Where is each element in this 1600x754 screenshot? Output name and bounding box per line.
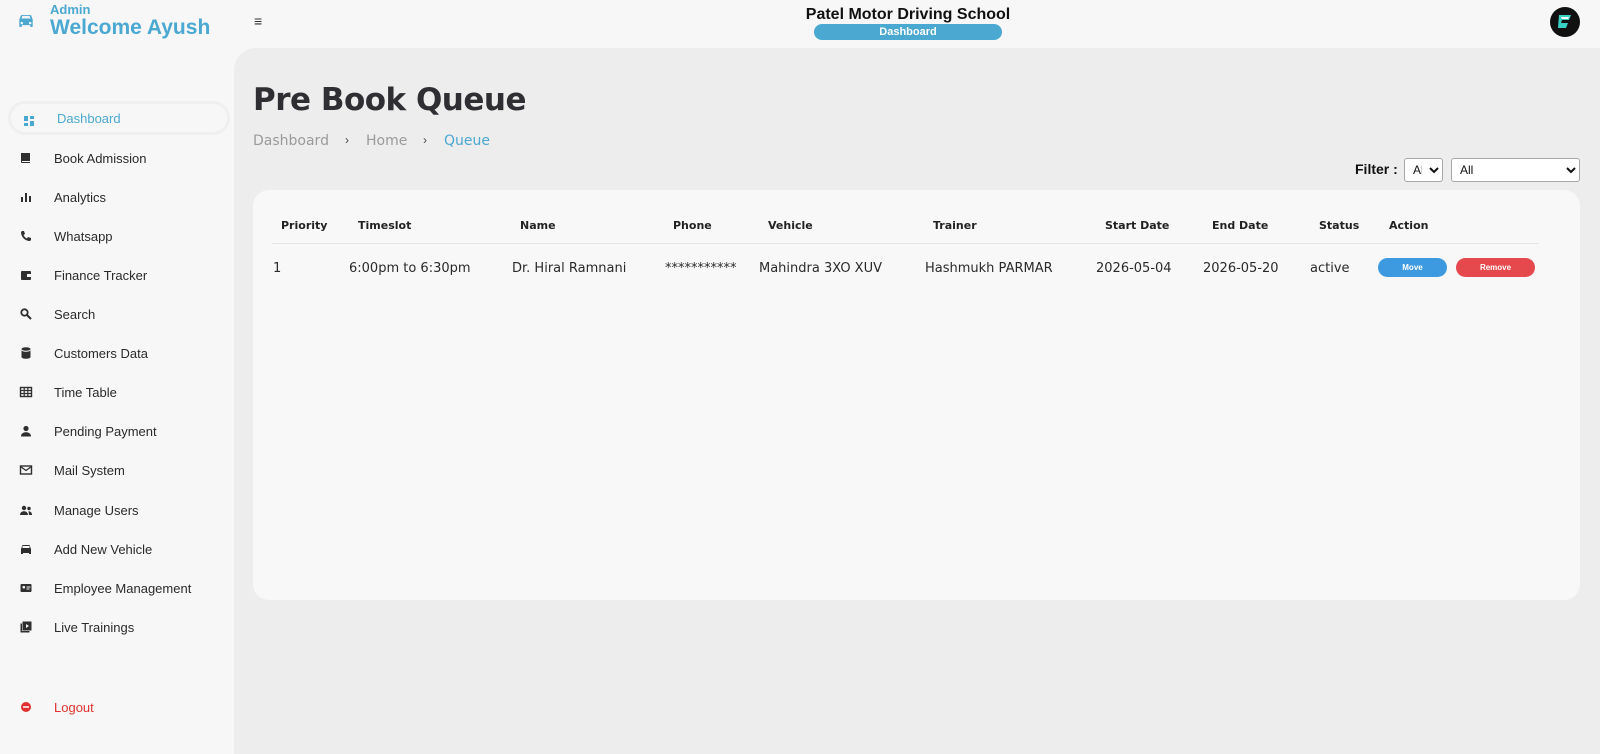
- sidebar-item-label: Manage Users: [54, 502, 139, 518]
- sidebar-item-add-new-vehicle[interactable]: Add New Vehicle: [8, 532, 230, 566]
- breadcrumb-queue: Queue: [444, 133, 490, 149]
- sidebar-item-time-table[interactable]: Time Table: [8, 375, 230, 409]
- sidebar-item-label: Time Table: [54, 384, 117, 400]
- sidebar-item-label: Add New Vehicle: [54, 541, 153, 557]
- breadcrumb-dashboard[interactable]: Dashboard: [253, 133, 329, 149]
- table-icon: [19, 385, 33, 399]
- sidebar-item-label: Employee Management: [54, 580, 192, 596]
- user-role: Admin: [50, 2, 91, 17]
- sidebar-item-book-admission[interactable]: Book Admission: [8, 141, 230, 175]
- sidebar-item-finance-tracker[interactable]: Finance Tracker: [8, 258, 230, 292]
- phone-icon: [19, 229, 33, 243]
- book-icon: [19, 151, 33, 165]
- sidebar-item-dashboard[interactable]: Dashboard: [8, 101, 230, 135]
- page-title: Pre Book Queue: [253, 82, 527, 118]
- welcome-text: Welcome Ayush: [50, 16, 211, 39]
- search-icon: [19, 307, 33, 321]
- sidebar-item-live-trainings[interactable]: Live Trainings: [8, 610, 230, 644]
- sidebar-item-search[interactable]: Search: [8, 297, 230, 331]
- cell-end-date: 2026-05-20: [1203, 261, 1279, 276]
- sidebar-item-label: Search: [54, 306, 96, 322]
- column-header-end-date: End Date: [1212, 219, 1269, 232]
- column-header-timeslot: Timeslot: [358, 219, 412, 232]
- sidebar-item-label: Whatsapp: [54, 228, 113, 244]
- bar-chart-icon: [19, 190, 33, 204]
- dashboard-icon: [22, 114, 36, 128]
- queue-table-card: Priority Timeslot Name Phone Vehicle Tra…: [253, 190, 1580, 600]
- avatar[interactable]: [1550, 7, 1580, 37]
- sidebar-item-label: Book Admission: [54, 150, 147, 166]
- cell-trainer: Hashmukh PARMAR: [925, 261, 1053, 276]
- logout-label: Logout: [54, 699, 94, 715]
- cell-priority: 1: [273, 261, 282, 276]
- sidebar-item-label: Pending Payment: [54, 423, 157, 439]
- cell-start-date: 2026-05-04: [1096, 261, 1172, 276]
- sidebar-item-manage-users[interactable]: Manage Users: [8, 493, 230, 527]
- sidebar-item-employee-management[interactable]: Employee Management: [8, 571, 230, 605]
- wallet-icon: [19, 268, 33, 282]
- logout-button[interactable]: Logout: [8, 690, 230, 724]
- filter-select-secondary[interactable]: All: [1451, 158, 1580, 182]
- column-header-name: Name: [520, 219, 556, 232]
- school-name: Patel Motor Driving School: [805, 6, 1011, 23]
- filter-select-primary[interactable]: All: [1404, 158, 1443, 182]
- sidebar-item-mail-system[interactable]: Mail System: [8, 453, 230, 487]
- car-icon: [19, 542, 33, 556]
- chevron-right-icon: ›: [423, 133, 427, 147]
- person-icon: [19, 424, 33, 438]
- page-badge: Dashboard: [814, 24, 1002, 40]
- chevron-right-icon: ›: [345, 133, 349, 147]
- column-header-phone: Phone: [673, 219, 712, 232]
- id-card-icon: [19, 581, 33, 595]
- car-icon: [16, 12, 36, 30]
- sidebar-item-label: Analytics: [54, 189, 107, 205]
- sidebar-item-label: Dashboard: [57, 110, 121, 126]
- sidebar-item-whatsapp[interactable]: Whatsapp: [8, 219, 230, 253]
- sidebar-item-analytics[interactable]: Analytics: [8, 180, 230, 214]
- column-header-action: Action: [1389, 219, 1429, 232]
- header-divider: [272, 243, 1538, 244]
- main-content: Pre Book Queue Dashboard › Home › Queue …: [234, 48, 1600, 754]
- cell-vehicle: Mahindra 3XO XUV: [759, 261, 882, 276]
- cell-phone: ***********: [665, 261, 737, 276]
- column-header-vehicle: Vehicle: [768, 219, 813, 232]
- column-header-trainer: Trainer: [933, 219, 977, 232]
- sidebar-item-label: Customers Data: [54, 345, 148, 361]
- breadcrumb-home[interactable]: Home: [366, 133, 407, 149]
- logout-icon: [19, 700, 33, 714]
- sidebar-item-pending-payment[interactable]: Pending Payment: [8, 414, 230, 448]
- sidebar: Dashboard Book Admission Analytics Whats…: [0, 48, 234, 754]
- sidebar-item-label: Mail System: [54, 462, 125, 478]
- sidebar-item-label: Live Trainings: [54, 619, 135, 635]
- sidebar-item-label: Finance Tracker: [54, 267, 148, 283]
- sidebar-item-customers-data[interactable]: Customers Data: [8, 336, 230, 370]
- column-header-status: Status: [1319, 219, 1360, 232]
- move-button[interactable]: Move: [1378, 258, 1447, 277]
- users-icon: [19, 503, 33, 517]
- mail-icon: [19, 463, 33, 477]
- column-header-priority: Priority: [281, 219, 328, 232]
- video-library-icon: [19, 620, 33, 634]
- column-header-start-date: Start Date: [1105, 219, 1170, 232]
- filter-label: Filter :: [1355, 161, 1398, 177]
- top-header: Admin Welcome Ayush ≡ Patel Motor Drivin…: [0, 0, 1600, 48]
- cell-status: active: [1310, 261, 1350, 276]
- hamburger-menu-icon[interactable]: ≡: [254, 14, 266, 28]
- cell-name: Dr. Hiral Ramnani: [512, 261, 627, 276]
- remove-button[interactable]: Remove: [1456, 258, 1535, 277]
- database-icon: [19, 346, 33, 360]
- cell-timeslot: 6:00pm to 6:30pm: [349, 261, 471, 276]
